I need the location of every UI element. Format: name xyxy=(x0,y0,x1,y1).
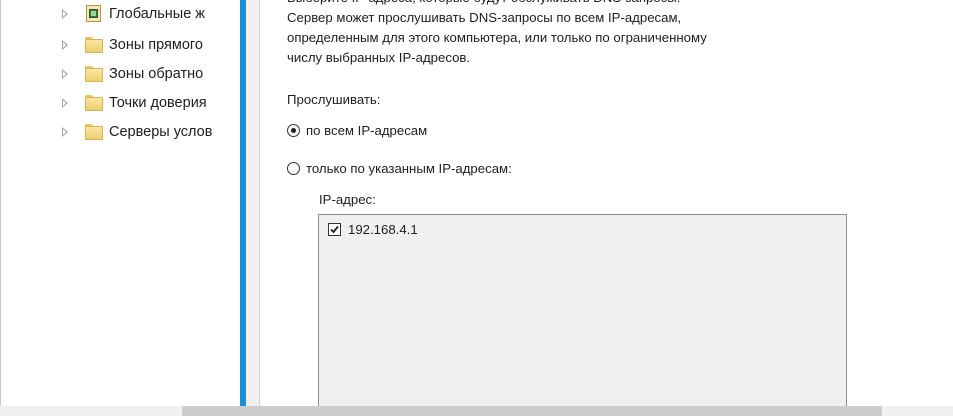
status-strip xyxy=(0,406,182,416)
tree-item-forward-zones[interactable]: Зоны прямого xyxy=(62,33,203,57)
ip-address-header: IP-адрес: xyxy=(319,192,376,207)
ip-address-value: 192.168.4.1 xyxy=(348,222,418,237)
radio-label: по всем IP-адресам xyxy=(306,123,428,138)
tree-item-label: Глобальные ж xyxy=(109,6,205,22)
ip-address-list[interactable]: 192.168.4.1 xyxy=(318,214,847,414)
radio-button-selected-icon[interactable] xyxy=(287,124,300,137)
folder-icon xyxy=(85,95,103,111)
expand-arrow-icon[interactable] xyxy=(62,40,68,50)
dialog-frame xyxy=(246,0,259,406)
tree-item-label: Точки доверия xyxy=(109,95,207,111)
folder-icon xyxy=(85,124,103,140)
horizontal-scrollbar[interactable] xyxy=(182,406,882,416)
tree-item-reverse-zones[interactable]: Зоны обратно xyxy=(62,62,204,86)
interfaces-dialog: Выберите IP-адреса, которые будут обслуж… xyxy=(259,0,878,414)
description-text: Сервер может прослушивать DNS-запросы по… xyxy=(287,10,682,25)
radio-button-icon[interactable] xyxy=(287,162,300,175)
radio-label: только по указанным IP-адресам: xyxy=(306,161,512,176)
checkbox-checked-icon[interactable] xyxy=(328,223,341,236)
folder-icon xyxy=(85,66,103,82)
tree-item-label: Зоны прямого xyxy=(109,37,203,53)
status-strip xyxy=(882,406,953,416)
description-text: числу выбранных IP-адресов. xyxy=(287,50,471,65)
tree-item-conditional-forwarders[interactable]: Серверы услов xyxy=(62,120,213,144)
radio-all-addresses[interactable]: по всем IP-адресам xyxy=(287,123,427,138)
description-text: определенным для этого компьютера, или т… xyxy=(287,30,707,45)
expand-arrow-icon[interactable] xyxy=(62,98,68,108)
expand-arrow-icon[interactable] xyxy=(62,69,68,79)
console-tree: Глобальные ж Зоны прямого Зоны обратно Т… xyxy=(0,0,241,416)
global-logs-icon xyxy=(85,5,103,23)
description-text: Выберите IP-адреса, которые будут обслуж… xyxy=(287,0,857,8)
folder-icon xyxy=(85,37,103,53)
tree-item-label: Зоны обратно xyxy=(109,66,204,82)
background xyxy=(877,0,953,406)
radio-specific-addresses[interactable]: только по указанным IP-адресам: xyxy=(287,161,512,176)
tree-item-label: Серверы услов xyxy=(109,124,213,140)
expand-arrow-icon[interactable] xyxy=(62,127,68,137)
tree-item-global-logs[interactable]: Глобальные ж xyxy=(62,2,205,26)
listen-label: Прослушивать: xyxy=(287,92,381,107)
tree-item-trust-points[interactable]: Точки доверия xyxy=(62,91,207,115)
list-item[interactable]: 192.168.4.1 xyxy=(328,222,418,237)
expand-arrow-icon[interactable] xyxy=(62,9,68,19)
